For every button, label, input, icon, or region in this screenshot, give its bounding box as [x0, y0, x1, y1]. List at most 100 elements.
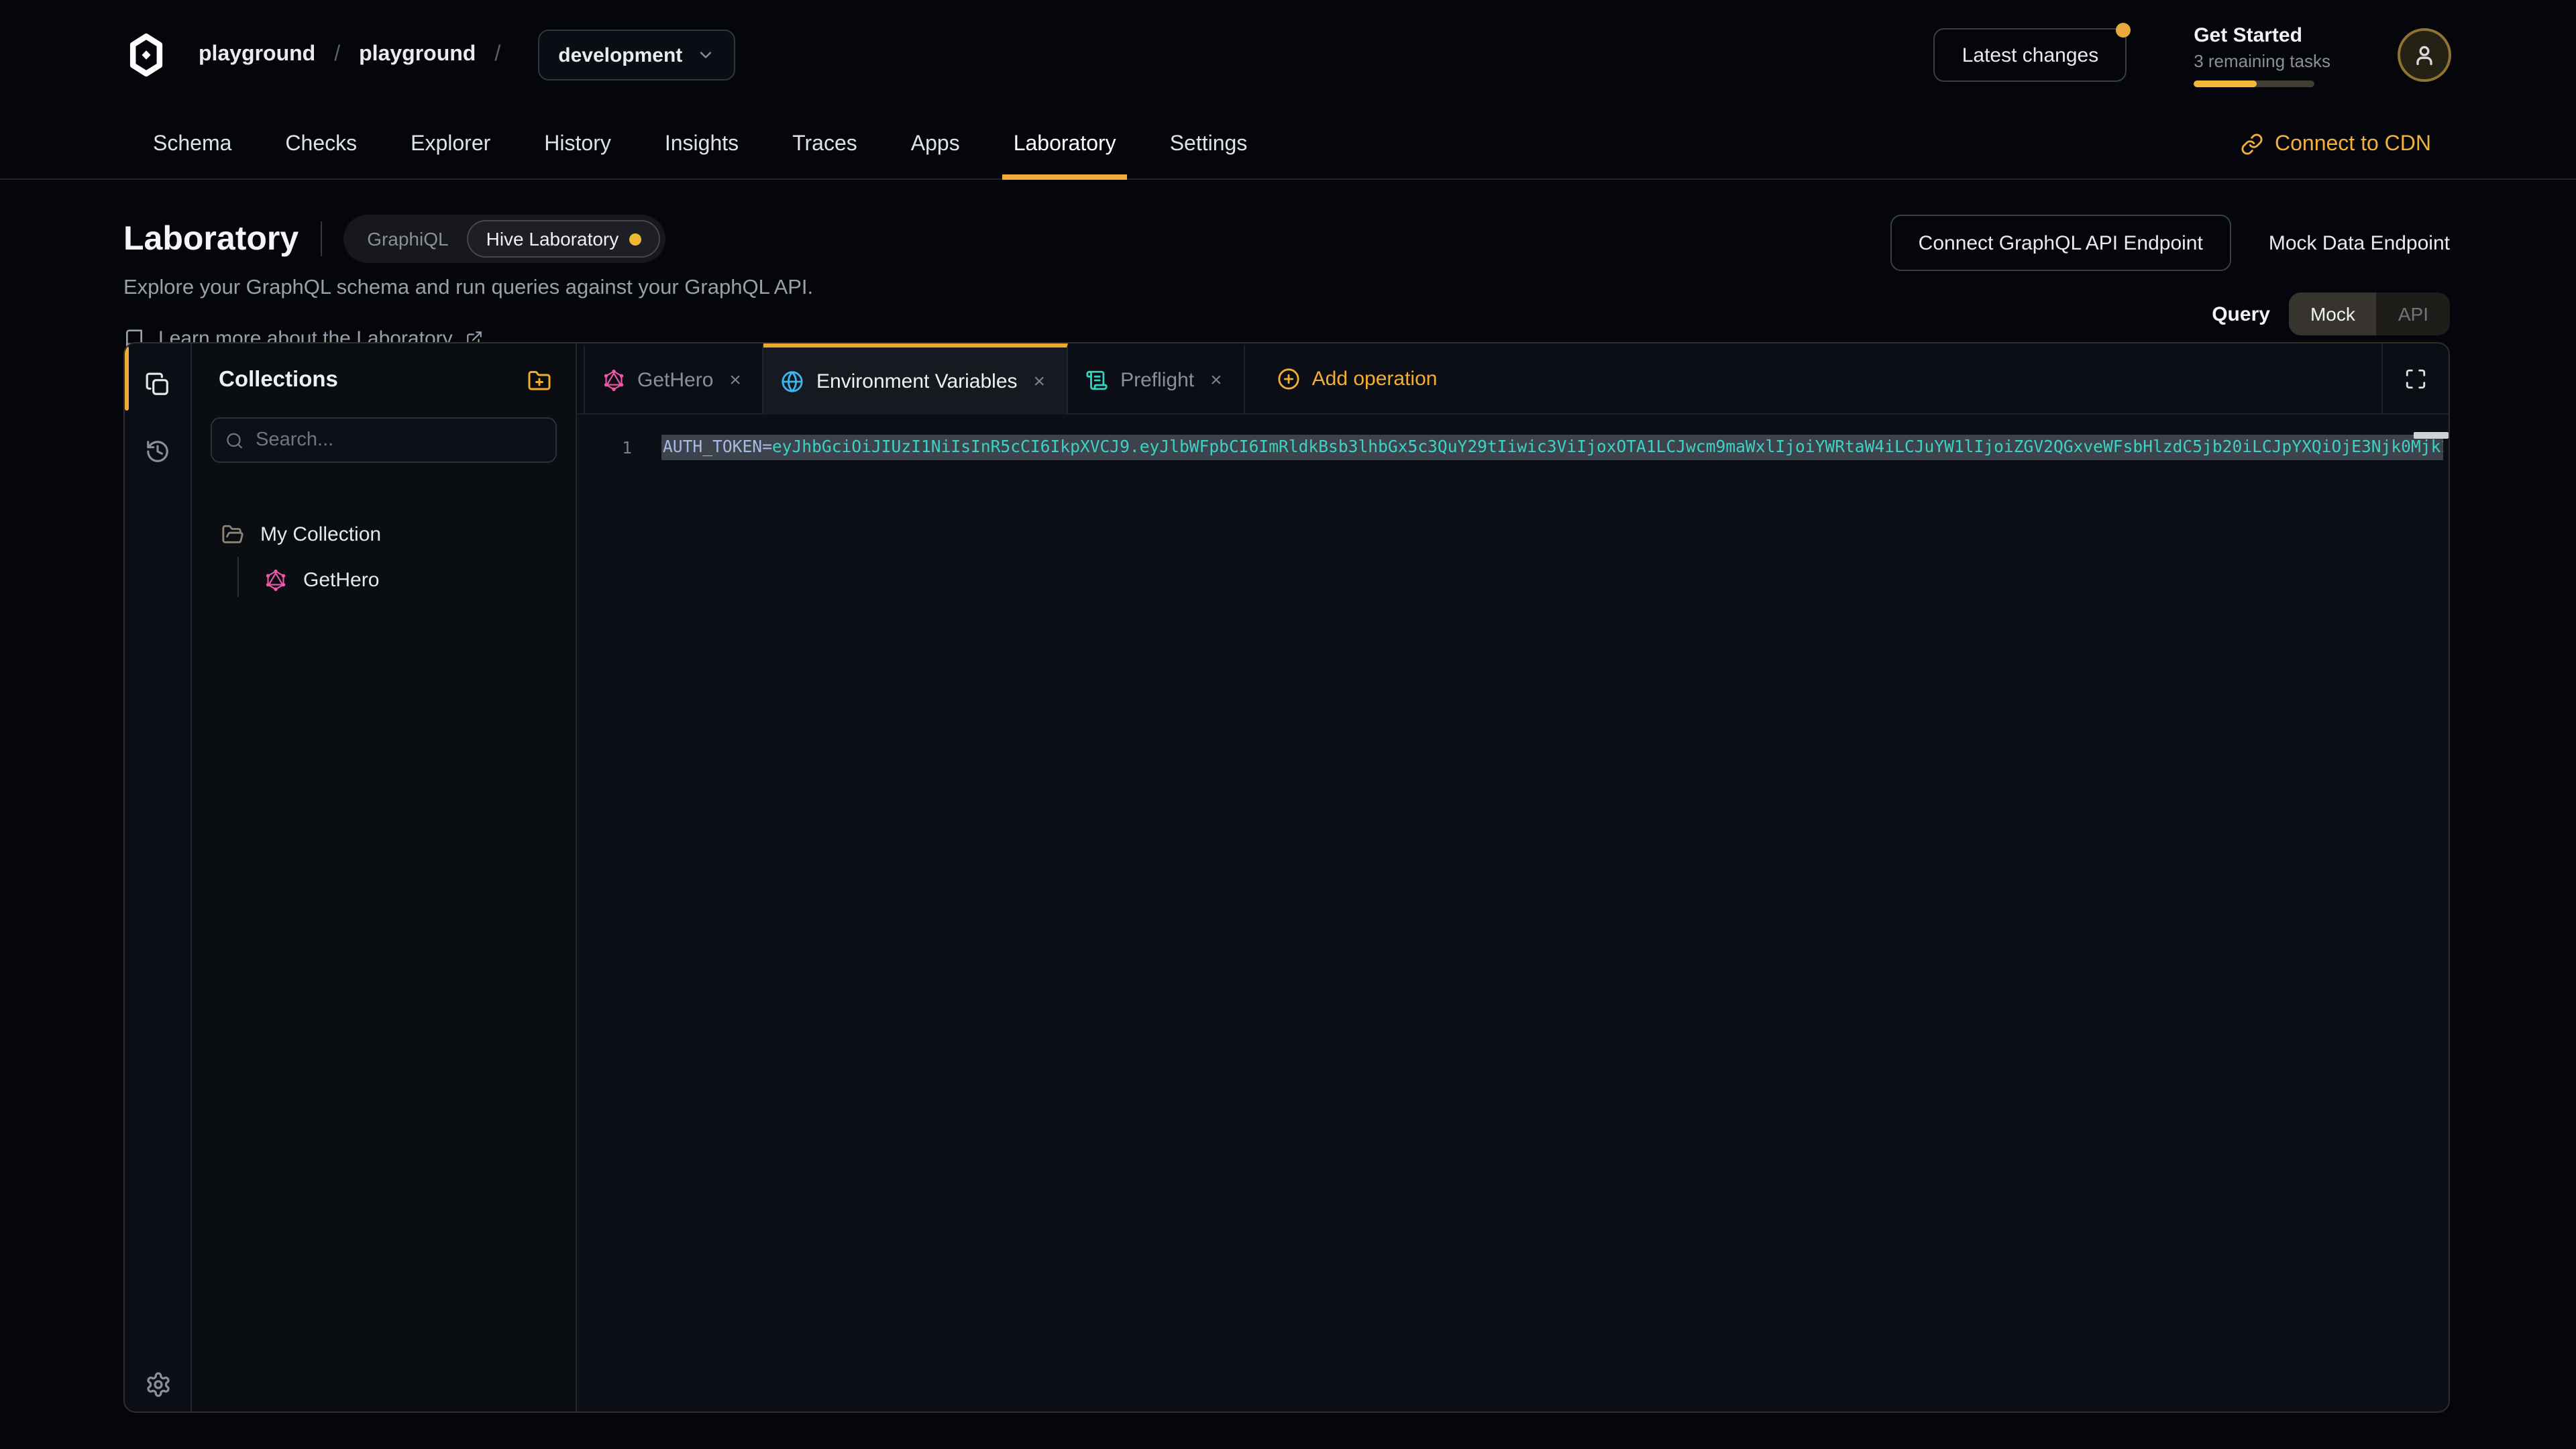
collections-sidebar: Collections	[192, 343, 577, 1411]
get-started-title: Get Started	[2194, 23, 2330, 46]
collections-icon	[145, 371, 170, 396]
env-var-name: AUTH_TOKEN=	[663, 437, 772, 456]
query-label: Query	[2212, 303, 2270, 325]
mode-hive-laboratory-label: Hive Laboratory	[486, 228, 619, 250]
active-mode-dot	[629, 233, 641, 245]
scroll-icon	[1085, 369, 1108, 392]
page-header: Laboratory GraphiQL Hive Laboratory Expl…	[0, 180, 2576, 350]
add-collection-button[interactable]	[527, 368, 551, 392]
graphql-icon	[602, 369, 625, 392]
connect-cdn-link[interactable]: Connect to CDN	[2240, 132, 2431, 156]
settings-rail-button[interactable]	[125, 1371, 191, 1398]
ide-mode-toggle: GraphiQL Hive Laboratory	[343, 215, 665, 263]
user-icon	[2411, 42, 2438, 68]
hive-app: playground / playground / development La…	[0, 0, 2576, 1449]
collections-tree: My Collection	[211, 514, 557, 600]
collection-folder-row[interactable]: My Collection	[211, 514, 557, 554]
icon-rail	[125, 343, 192, 1411]
tab-environment-variables[interactable]: Environment Variables ×	[764, 343, 1068, 415]
gear-icon	[144, 1371, 171, 1398]
add-operation-button[interactable]: Add operation	[1245, 343, 1470, 413]
operation-row-gethero[interactable]: GetHero	[254, 559, 557, 600]
get-started-progress-track	[2194, 80, 2314, 87]
query-mode-api[interactable]: API	[2377, 292, 2450, 335]
laboratory-panel: Collections	[123, 342, 2450, 1413]
tab-strip: GetHero × Environment Variables ×	[577, 343, 2449, 415]
code-text-selected: AUTH_TOKEN=eyJhbGciOiJIUzI1NiIsInR5cCI6I…	[661, 435, 2443, 460]
tab-label: GetHero	[637, 369, 713, 392]
tab-close-button[interactable]: ×	[1206, 368, 1226, 393]
tab-label: Preflight	[1120, 369, 1194, 392]
collections-title: Collections	[219, 368, 338, 393]
mode-hive-laboratory[interactable]: Hive Laboratory	[468, 220, 661, 258]
folder-open-icon	[221, 523, 244, 545]
nav-item-checks[interactable]: Checks	[285, 110, 357, 178]
add-operation-label: Add operation	[1312, 367, 1438, 390]
get-started-widget[interactable]: Get Started 3 remaining tasks	[2194, 23, 2330, 87]
target-select-value: development	[558, 44, 682, 66]
plus-circle-icon	[1277, 367, 1300, 390]
query-mode-toggle: Mock API	[2289, 292, 2450, 335]
collection-folder-label: My Collection	[260, 523, 381, 545]
mock-data-endpoint-button[interactable]: Mock Data Endpoint	[2269, 231, 2450, 254]
fullscreen-button[interactable]	[2381, 343, 2449, 413]
tab-strip-spacer	[1469, 343, 2381, 413]
query-mode-mock[interactable]: Mock	[2289, 292, 2377, 335]
nav-item-settings[interactable]: Settings	[1170, 110, 1248, 178]
target-select[interactable]: development	[538, 30, 735, 80]
editor-column: GetHero × Environment Variables ×	[577, 343, 2449, 1411]
latest-changes-button[interactable]: Latest changes	[1934, 28, 2127, 82]
tab-label: Environment Variables	[816, 370, 1018, 392]
tab-gethero[interactable]: GetHero ×	[584, 343, 764, 413]
collections-rail-button[interactable]	[133, 360, 182, 408]
notification-dot	[2116, 23, 2131, 38]
nav-item-insights[interactable]: Insights	[665, 110, 739, 178]
tab-close-button[interactable]: ×	[725, 368, 745, 393]
nav-item-laboratory[interactable]: Laboratory	[1014, 110, 1116, 178]
env-var-value: eyJhbGciOiJIUzI1NiIsInR5cCI6IkpXVCJ9.eyJ…	[772, 437, 2443, 456]
chevron-down-icon	[696, 46, 714, 64]
query-mode-row: Query Mock API	[2212, 292, 2450, 335]
search-input[interactable]	[256, 429, 542, 451]
top-header: playground / playground / development La…	[0, 0, 2576, 110]
header-right: Latest changes Get Started 3 remaining t…	[1934, 23, 2451, 87]
get-started-subtitle: 3 remaining tasks	[2194, 50, 2330, 70]
project-nav: Schema Checks Explorer History Insights …	[0, 110, 2576, 180]
maximize-icon	[2404, 367, 2427, 390]
breadcrumb: playground / playground /	[199, 43, 519, 67]
graphql-icon	[264, 568, 287, 591]
code-line-1[interactable]: 1 AUTH_TOKEN=eyJhbGciOiJIUzI1NiIsInR5cCI…	[577, 432, 2449, 463]
history-icon	[145, 438, 170, 464]
history-rail-button[interactable]	[133, 427, 182, 475]
collections-search[interactable]	[211, 417, 557, 463]
tab-preflight[interactable]: Preflight ×	[1068, 343, 1245, 413]
rail-active-indicator	[125, 346, 129, 411]
nav-item-traces[interactable]: Traces	[792, 110, 857, 178]
title-divider	[320, 221, 321, 256]
connect-graphql-endpoint-button[interactable]: Connect GraphQL API Endpoint	[1890, 215, 2231, 271]
operation-label: GetHero	[303, 568, 379, 591]
scrollbar-thumb[interactable]	[2414, 432, 2449, 439]
page-header-left: Laboratory GraphiQL Hive Laboratory Expl…	[123, 215, 813, 350]
folder-plus-icon	[527, 368, 551, 392]
nav-item-apps[interactable]: Apps	[911, 110, 960, 178]
nav-item-history[interactable]: History	[544, 110, 611, 178]
breadcrumb-separator: /	[334, 43, 340, 67]
get-started-progress-fill	[2194, 80, 2257, 87]
nav-items: Schema Checks Explorer History Insights …	[153, 110, 1247, 178]
latest-changes-label: Latest changes	[1962, 44, 2099, 66]
hive-logo-icon[interactable]	[123, 31, 169, 79]
tab-close-button[interactable]: ×	[1030, 368, 1050, 394]
line-number: 1	[577, 438, 661, 457]
mode-graphiql[interactable]: GraphiQL	[348, 220, 467, 258]
nav-item-schema[interactable]: Schema	[153, 110, 231, 178]
env-variables-editor[interactable]: 1 AUTH_TOKEN=eyJhbGciOiJIUzI1NiIsInR5cCI…	[577, 415, 2449, 1411]
breadcrumb-separator: /	[494, 43, 500, 67]
page-header-right: Connect GraphQL API Endpoint Mock Data E…	[1890, 215, 2450, 350]
nav-item-explorer[interactable]: Explorer	[411, 110, 490, 178]
user-avatar[interactable]	[2398, 28, 2451, 82]
breadcrumb-org[interactable]: playground	[199, 43, 315, 67]
breadcrumb-project[interactable]: playground	[359, 43, 476, 67]
page-subtitle: Explore your GraphQL schema and run quer…	[123, 276, 813, 301]
globe-icon	[782, 370, 804, 392]
